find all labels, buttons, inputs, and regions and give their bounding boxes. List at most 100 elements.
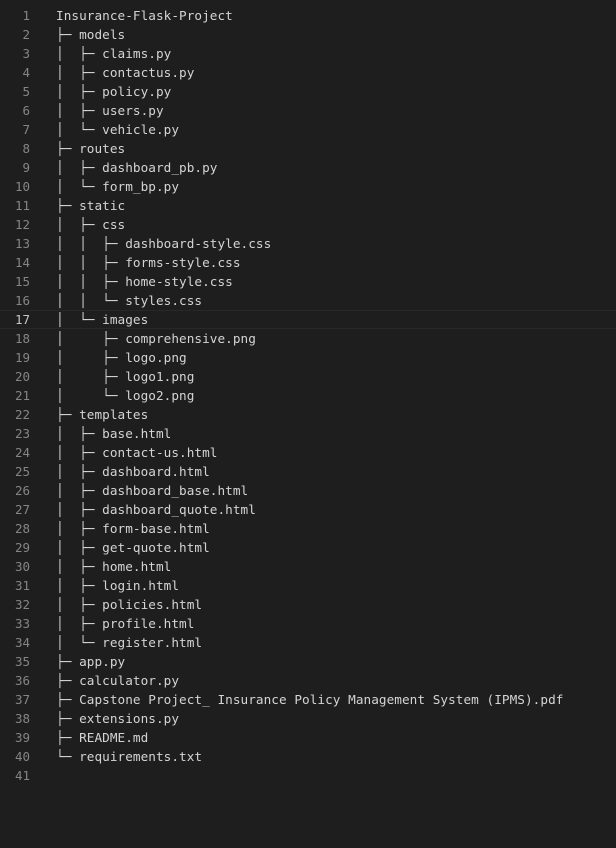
line-number: 10 xyxy=(14,179,30,194)
code-line[interactable]: 32 │ ├─ policies.html xyxy=(0,595,616,614)
code-line[interactable]: 6 │ ├─ users.py xyxy=(0,101,616,120)
line-text[interactable]: │ ├─ dashboard.html xyxy=(56,462,210,481)
code-line[interactable]: 34 │ └─ register.html xyxy=(0,633,616,652)
line-number: 39 xyxy=(14,730,30,745)
code-line[interactable]: 17 │ └─ images xyxy=(0,310,616,329)
code-line[interactable]: 19 │ ├─ logo.png xyxy=(0,348,616,367)
code-line[interactable]: 16 │ │ └─ styles.css xyxy=(0,291,616,310)
line-text[interactable]: ├─ routes xyxy=(56,139,125,158)
code-line[interactable]: 39 ├─ README.md xyxy=(0,728,616,747)
line-text[interactable]: │ ├─ home.html xyxy=(56,557,171,576)
line-number: 14 xyxy=(14,255,30,270)
code-line[interactable]: 22 ├─ templates xyxy=(0,405,616,424)
line-text[interactable]: │ │ ├─ forms-style.css xyxy=(56,253,241,272)
code-line[interactable]: 14 │ │ ├─ forms-style.css xyxy=(0,253,616,272)
code-line[interactable]: 35 ├─ app.py xyxy=(0,652,616,671)
code-line[interactable]: 12 │ ├─ css xyxy=(0,215,616,234)
line-number: 9 xyxy=(22,160,30,175)
code-line[interactable]: 11 ├─ static xyxy=(0,196,616,215)
line-text[interactable]: │ │ ├─ home-style.css xyxy=(56,272,233,291)
line-text[interactable]: │ ├─ profile.html xyxy=(56,614,194,633)
code-line[interactable]: 28 │ ├─ form-base.html xyxy=(0,519,616,538)
code-line[interactable]: 18 │ ├─ comprehensive.png xyxy=(0,329,616,348)
code-line[interactable]: 5 │ ├─ policy.py xyxy=(0,82,616,101)
code-line[interactable]: 25 │ ├─ dashboard.html xyxy=(0,462,616,481)
line-number: 28 xyxy=(14,521,30,536)
code-line[interactable]: 29 │ ├─ get-quote.html xyxy=(0,538,616,557)
line-number: 19 xyxy=(14,350,30,365)
code-line[interactable]: 3 │ ├─ claims.py xyxy=(0,44,616,63)
line-text[interactable]: │ ├─ css xyxy=(56,215,125,234)
line-number: 21 xyxy=(14,388,30,403)
code-line[interactable]: 36 ├─ calculator.py xyxy=(0,671,616,690)
line-text[interactable]: │ ├─ dashboard_base.html xyxy=(56,481,248,500)
line-text[interactable]: │ ├─ dashboard_quote.html xyxy=(56,500,256,519)
code-line[interactable]: 9 │ ├─ dashboard_pb.py xyxy=(0,158,616,177)
line-text[interactable]: │ │ ├─ dashboard-style.css xyxy=(56,234,271,253)
code-line[interactable]: 21 │ └─ logo2.png xyxy=(0,386,616,405)
code-line[interactable]: 41 xyxy=(0,766,616,785)
code-line[interactable]: 31 │ ├─ login.html xyxy=(0,576,616,595)
line-text[interactable]: ├─ static xyxy=(56,196,125,215)
code-line[interactable]: 8 ├─ routes xyxy=(0,139,616,158)
code-line[interactable]: 20 │ ├─ logo1.png xyxy=(0,367,616,386)
line-number: 30 xyxy=(14,559,30,574)
code-line[interactable]: 23 │ ├─ base.html xyxy=(0,424,616,443)
line-number: 33 xyxy=(14,616,30,631)
line-text[interactable]: │ ├─ contactus.py xyxy=(56,63,194,82)
code-line[interactable]: 24 │ ├─ contact-us.html xyxy=(0,443,616,462)
line-number: 7 xyxy=(22,122,30,137)
line-text[interactable]: │ └─ vehicle.py xyxy=(56,120,179,139)
code-line[interactable]: 40 └─ requirements.txt xyxy=(0,747,616,766)
code-line[interactable]: 13 │ │ ├─ dashboard-style.css xyxy=(0,234,616,253)
code-line[interactable]: 26 │ ├─ dashboard_base.html xyxy=(0,481,616,500)
code-line[interactable]: 38 ├─ extensions.py xyxy=(0,709,616,728)
line-text[interactable]: │ └─ register.html xyxy=(56,633,202,652)
line-text[interactable]: ├─ README.md xyxy=(56,728,148,747)
line-text[interactable]: ├─ calculator.py xyxy=(56,671,179,690)
line-number: 13 xyxy=(14,236,30,251)
line-text[interactable]: │ ├─ logo.png xyxy=(56,348,187,367)
line-text[interactable]: │ ├─ comprehensive.png xyxy=(56,329,256,348)
line-number: 27 xyxy=(14,502,30,517)
line-text[interactable]: ├─ app.py xyxy=(56,652,125,671)
code-line[interactable]: 33 │ ├─ profile.html xyxy=(0,614,616,633)
line-text[interactable]: Insurance-Flask-Project xyxy=(56,6,233,25)
line-text[interactable]: │ ├─ contact-us.html xyxy=(56,443,217,462)
code-line[interactable]: 37 ├─ Capstone Project_ Insurance Policy … xyxy=(0,690,616,709)
code-line[interactable]: 1 Insurance-Flask-Project xyxy=(0,6,616,25)
line-number: 4 xyxy=(22,65,30,80)
line-text[interactable]: │ ├─ login.html xyxy=(56,576,179,595)
line-text[interactable]: ├─ templates xyxy=(56,405,148,424)
line-text[interactable]: │ └─ logo2.png xyxy=(56,386,194,405)
line-text[interactable]: │ ├─ policies.html xyxy=(56,595,202,614)
line-text[interactable]: │ └─ form_bp.py xyxy=(56,177,179,196)
line-number: 26 xyxy=(14,483,30,498)
line-text[interactable]: │ ├─ logo1.png xyxy=(56,367,194,386)
line-text[interactable]: ├─ models xyxy=(56,25,125,44)
line-text[interactable]: └─ requirements.txt xyxy=(56,747,202,766)
line-text[interactable]: │ ├─ base.html xyxy=(56,424,171,443)
line-text[interactable]: │ └─ images xyxy=(56,311,148,328)
line-number: 37 xyxy=(14,692,30,707)
line-text[interactable]: │ ├─ get-quote.html xyxy=(56,538,210,557)
code-line[interactable]: 15 │ │ ├─ home-style.css xyxy=(0,272,616,291)
line-text[interactable]: ├─ Capstone Project_ Insurance Policy Ma… xyxy=(56,690,563,709)
line-number: 18 xyxy=(14,331,30,346)
line-number: 8 xyxy=(22,141,30,156)
code-line[interactable]: 30 │ ├─ home.html xyxy=(0,557,616,576)
line-text[interactable]: │ ├─ claims.py xyxy=(56,44,171,63)
line-text[interactable]: │ ├─ dashboard_pb.py xyxy=(56,158,217,177)
line-text[interactable]: │ ├─ policy.py xyxy=(56,82,171,101)
line-text[interactable]: │ ├─ users.py xyxy=(56,101,164,120)
code-line[interactable]: 27 │ ├─ dashboard_quote.html xyxy=(0,500,616,519)
code-line[interactable]: 2 ├─ models xyxy=(0,25,616,44)
code-line[interactable]: 7 │ └─ vehicle.py xyxy=(0,120,616,139)
line-text[interactable]: ├─ extensions.py xyxy=(56,709,179,728)
line-text[interactable]: │ ├─ form-base.html xyxy=(56,519,210,538)
code-line[interactable]: 10 │ └─ form_bp.py xyxy=(0,177,616,196)
code-line[interactable]: 4 │ ├─ contactus.py xyxy=(0,63,616,82)
line-text[interactable]: │ │ └─ styles.css xyxy=(56,291,202,310)
line-number: 35 xyxy=(14,654,30,669)
code-editor[interactable]: 1 Insurance-Flask-Project 2 ├─ models 3 │ ├─ … xyxy=(0,6,616,785)
